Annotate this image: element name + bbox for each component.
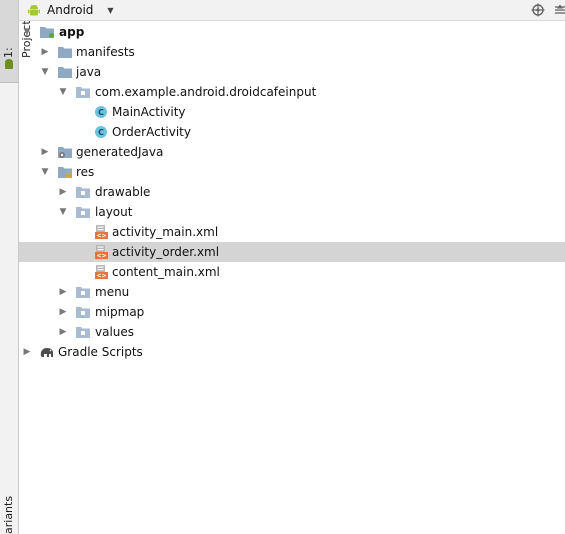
tree-node-values[interactable]: ▶ values xyxy=(19,322,565,342)
tree-label: values xyxy=(95,325,135,339)
tree-node-menu[interactable]: ▶ menu xyxy=(19,282,565,302)
android-icon xyxy=(28,4,40,16)
tree-label: app xyxy=(59,25,85,39)
tree-node-activity-order-xml[interactable]: <> activity_order.xml xyxy=(19,242,565,262)
package-folder-icon xyxy=(76,187,90,198)
svg-text:<>: <> xyxy=(96,273,106,280)
folder-icon xyxy=(58,67,72,78)
chevron-down-icon[interactable]: ▼ xyxy=(39,62,51,82)
tree-node-main-activity[interactable]: C MainActivity xyxy=(19,102,565,122)
project-toolbar: Android ▼ xyxy=(19,0,565,21)
tree-node-manifests[interactable]: ▶ manifests xyxy=(19,42,565,62)
collapse-all-icon[interactable] xyxy=(553,3,565,17)
tree-label: generatedJava xyxy=(76,145,164,159)
generated-folder-icon xyxy=(58,147,72,158)
chevron-right-icon[interactable]: ▶ xyxy=(57,302,69,322)
package-folder-icon xyxy=(76,207,90,218)
project-tab-label: 1: Project xyxy=(2,20,33,58)
tree-label: com.example.android.droidcafeinput xyxy=(95,85,317,99)
folder-icon xyxy=(58,47,72,58)
tree-label: layout xyxy=(95,205,133,219)
tree-label: activity_order.xml xyxy=(112,245,220,259)
gradle-elephant-icon xyxy=(40,348,53,357)
class-icon: C xyxy=(95,126,107,138)
view-selector-label: Android xyxy=(47,3,94,17)
package-folder-icon xyxy=(76,87,90,98)
tree-label: content_main.xml xyxy=(112,265,220,279)
tree-node-order-activity[interactable]: C OrderActivity xyxy=(19,122,565,142)
svg-text:C: C xyxy=(98,128,104,137)
tree-node-java[interactable]: ▼ java xyxy=(19,62,565,82)
locate-target-icon[interactable] xyxy=(531,3,545,17)
tree-node-mipmap[interactable]: ▶ mipmap xyxy=(19,302,565,322)
svg-text:<>: <> xyxy=(96,253,106,260)
chevron-right-icon[interactable]: ▶ xyxy=(57,182,69,202)
chevron-right-icon[interactable]: ▶ xyxy=(21,342,33,362)
variants-tab-label: ariants xyxy=(2,495,15,534)
view-selector-dropdown[interactable]: Android ▼ xyxy=(27,0,114,20)
tree-label: java xyxy=(76,65,102,79)
package-folder-icon xyxy=(76,287,90,298)
chevron-down-icon[interactable]: ▼ xyxy=(21,22,33,42)
svg-text:<>: <> xyxy=(96,233,106,240)
package-folder-icon xyxy=(76,307,90,318)
project-tool-tab[interactable]: 1: Project xyxy=(0,0,33,83)
resources-folder-icon xyxy=(58,167,72,178)
chevron-right-icon[interactable]: ▶ xyxy=(57,322,69,342)
project-tree: ▼ app ▶ manifests ▼ java ▼ com.example.a… xyxy=(19,22,565,362)
chevron-right-icon[interactable]: ▶ xyxy=(39,142,51,162)
class-icon: C xyxy=(95,106,107,118)
tree-node-layout[interactable]: ▼ layout xyxy=(19,202,565,222)
tree-node-res[interactable]: ▼ res xyxy=(19,162,565,182)
tree-label: menu xyxy=(95,285,130,299)
chevron-down-icon[interactable]: ▼ xyxy=(57,202,69,222)
tree-label: OrderActivity xyxy=(112,125,191,139)
module-folder-icon xyxy=(40,27,54,38)
tree-label: manifests xyxy=(76,45,135,59)
tree-node-content-main-xml[interactable]: <> content_main.xml xyxy=(19,262,565,282)
tree-node-drawable[interactable]: ▶ drawable xyxy=(19,182,565,202)
tree-label: res xyxy=(76,165,95,179)
android-icon xyxy=(5,59,13,69)
tree-label: MainActivity xyxy=(112,105,186,119)
chevron-right-icon[interactable]: ▶ xyxy=(39,42,51,62)
tree-label: drawable xyxy=(95,185,151,199)
chevron-down-icon[interactable]: ▼ xyxy=(39,162,51,182)
svg-text:C: C xyxy=(98,108,104,117)
tool-window-strip: 1: Project ariants xyxy=(0,0,33,534)
tree-node-generated-java[interactable]: ▶ generatedJava xyxy=(19,142,565,162)
tree-label: mipmap xyxy=(95,305,145,319)
tree-label: activity_main.xml xyxy=(112,225,219,239)
tree-node-package[interactable]: ▼ com.example.android.droidcafeinput xyxy=(19,82,565,102)
tree-label: Gradle Scripts xyxy=(58,345,143,359)
tree-node-activity-main-xml[interactable]: <> activity_main.xml xyxy=(19,222,565,242)
tree-node-gradle-scripts[interactable]: ▶ Gradle Scripts xyxy=(19,342,565,362)
chevron-down-icon[interactable]: ▼ xyxy=(57,82,69,102)
chevron-right-icon[interactable]: ▶ xyxy=(57,282,69,302)
chevron-down-icon: ▼ xyxy=(107,5,114,15)
layout-xml-file-icon: <> xyxy=(95,245,108,260)
layout-xml-file-icon: <> xyxy=(95,225,108,240)
tree-node-app[interactable]: ▼ app xyxy=(19,22,565,42)
package-folder-icon xyxy=(76,327,90,338)
layout-xml-file-icon: <> xyxy=(95,265,108,280)
